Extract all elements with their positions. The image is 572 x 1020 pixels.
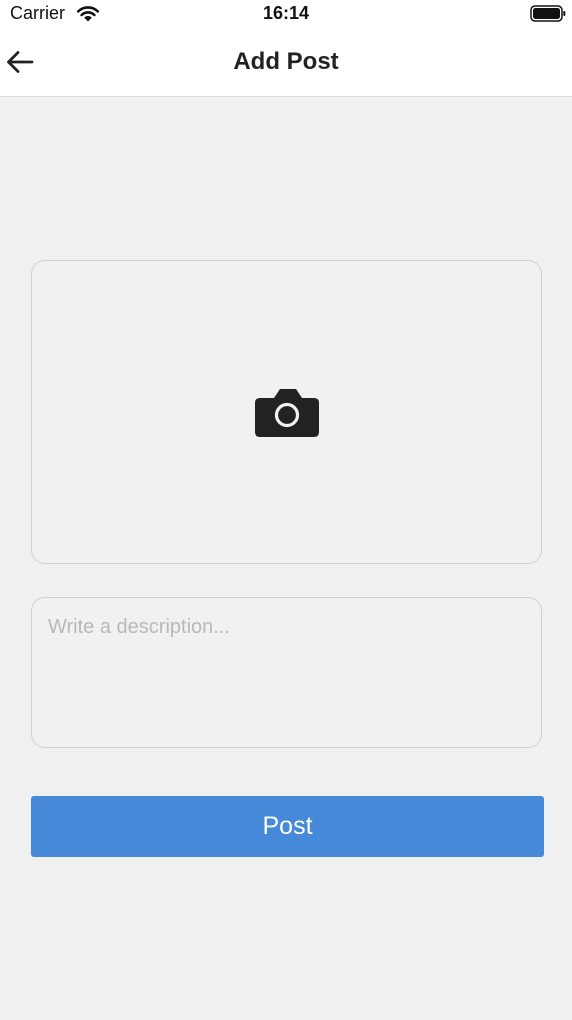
status-time: 16:14	[262, 3, 310, 23]
status-bar: Carrier 16:14	[0, 0, 572, 28]
description-field[interactable]	[31, 597, 542, 748]
post-button[interactable]: Post	[31, 796, 544, 857]
battery-full-icon	[530, 5, 566, 22]
camera-icon	[254, 389, 319, 437]
photo-picker[interactable]	[31, 260, 542, 564]
navigation-bar: Add Post	[0, 28, 572, 97]
back-button[interactable]	[2, 44, 38, 80]
page-title: Add Post	[233, 48, 339, 75]
arrow-left-icon	[7, 51, 34, 73]
